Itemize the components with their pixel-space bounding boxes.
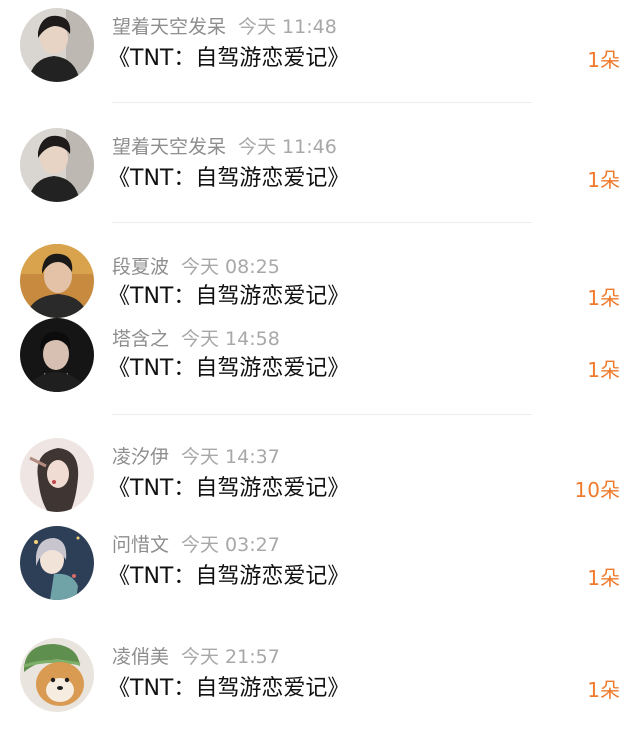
book-title[interactable]: 《TNT：自驾游恋爱记》 xyxy=(108,46,349,72)
man-portrait-avatar[interactable] xyxy=(20,244,94,318)
list-item[interactable]: 问惜文 今天 03:27 《TNT：自驾游恋爱记》 1朵 xyxy=(0,522,640,612)
divider xyxy=(112,102,532,103)
flower-count: 10朵 xyxy=(574,478,620,502)
list-item[interactable]: 塔含之 今天 14:58 《TNT：自驾游恋爱记》 1朵 xyxy=(0,316,640,406)
item-meta: 段夏波 今天 08:25 xyxy=(112,256,280,278)
timestamp: 今天 14:37 xyxy=(181,446,280,468)
user-name[interactable]: 段夏波 xyxy=(112,256,169,278)
user-name[interactable]: 凌汐伊 xyxy=(112,446,169,468)
item-meta: 塔含之 今天 14:58 xyxy=(112,328,280,350)
man-portrait-avatar[interactable] xyxy=(20,318,94,392)
list-item[interactable]: 望着天空发呆 今天 11:48 《TNT：自驾游恋爱记》 1朵 xyxy=(0,4,640,94)
user-name[interactable]: 望着天空发呆 xyxy=(112,136,226,158)
book-title[interactable]: 《TNT：自驾游恋爱记》 xyxy=(108,564,349,590)
flower-count: 1朵 xyxy=(587,48,620,72)
item-meta: 望着天空发呆 今天 11:48 xyxy=(112,16,337,38)
user-name[interactable]: 凌俏美 xyxy=(112,646,169,668)
girl-portrait-avatar[interactable] xyxy=(20,438,94,512)
item-meta: 望着天空发呆 今天 11:46 xyxy=(112,136,337,158)
dark-hair-man-avatar[interactable] xyxy=(20,8,94,82)
flower-count: 1朵 xyxy=(587,168,620,192)
book-title[interactable]: 《TNT：自驾游恋爱记》 xyxy=(108,284,349,310)
book-title[interactable]: 《TNT：自驾游恋爱记》 xyxy=(108,476,349,502)
item-meta: 凌俏美 今天 21:57 xyxy=(112,646,280,668)
timestamp: 今天 03:27 xyxy=(181,534,280,556)
item-meta: 问惜文 今天 03:27 xyxy=(112,534,280,556)
timestamp: 今天 11:46 xyxy=(238,136,337,158)
divider xyxy=(112,414,532,415)
anime-girl-avatar[interactable] xyxy=(20,526,94,600)
timestamp: 今天 21:57 xyxy=(181,646,280,668)
item-meta: 凌汐伊 今天 14:37 xyxy=(112,446,280,468)
book-title[interactable]: 《TNT：自驾游恋爱记》 xyxy=(108,166,349,192)
divider xyxy=(112,222,532,223)
shiba-dog-avatar[interactable] xyxy=(20,638,94,712)
book-title[interactable]: 《TNT：自驾游恋爱记》 xyxy=(108,676,349,702)
flower-count: 1朵 xyxy=(587,286,620,310)
user-name[interactable]: 塔含之 xyxy=(112,328,169,350)
list-item[interactable]: 望着天空发呆 今天 11:46 《TNT：自驾游恋爱记》 1朵 xyxy=(0,124,640,214)
book-title[interactable]: 《TNT：自驾游恋爱记》 xyxy=(108,356,349,382)
timestamp: 今天 08:25 xyxy=(181,256,280,278)
flower-count: 1朵 xyxy=(587,566,620,590)
user-name[interactable]: 问惜文 xyxy=(112,534,169,556)
list-item[interactable]: 凌汐伊 今天 14:37 《TNT：自驾游恋爱记》 10朵 xyxy=(0,434,640,524)
timestamp: 今天 11:48 xyxy=(238,16,337,38)
flower-count: 1朵 xyxy=(587,678,620,702)
user-name[interactable]: 望着天空发呆 xyxy=(112,16,226,38)
timestamp: 今天 14:58 xyxy=(181,328,280,350)
dark-hair-man-avatar[interactable] xyxy=(20,128,94,202)
flower-count: 1朵 xyxy=(587,358,620,382)
list-item[interactable]: 凌俏美 今天 21:57 《TNT：自驾游恋爱记》 1朵 xyxy=(0,634,640,724)
